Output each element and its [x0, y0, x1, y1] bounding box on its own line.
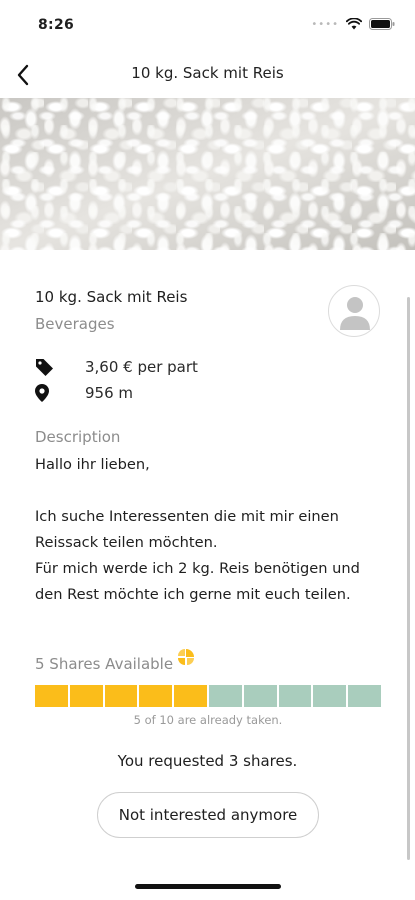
share-segment-taken: [35, 685, 68, 707]
share-segment-free: [243, 685, 277, 707]
shares-available-label: 5 Shares Available: [35, 649, 195, 675]
offer-title: 10 kg. Sack mit Reis: [35, 288, 188, 306]
price-text: 3,60 € per part: [85, 358, 198, 376]
shares-available-text: 5 Shares Available: [35, 655, 174, 673]
description-label: Description: [35, 428, 121, 446]
not-interested-button[interactable]: Not interested anymore: [97, 792, 319, 838]
wifi-icon: [346, 18, 362, 30]
pie-slice-icon: [177, 648, 195, 670]
share-segment-free: [208, 685, 242, 707]
shares-progress-bar: [35, 685, 381, 707]
location-pin-icon: [35, 384, 59, 402]
status-bar: 8:26 ••••: [0, 0, 415, 52]
signal-dots-icon: ••••: [311, 18, 339, 30]
chevron-left-icon: [17, 64, 29, 86]
status-time: 8:26: [38, 17, 75, 33]
home-indicator[interactable]: [135, 884, 281, 889]
shares-progress-caption: 5 of 10 are already taken.: [133, 713, 283, 727]
page-title: 10 kg. Sack mit Reis: [131, 64, 284, 82]
description-text: Hallo ihr lieben, Ich suche Interessente…: [35, 456, 360, 603]
price-row: 3,60 € per part: [35, 355, 198, 379]
distance-row: 956 m: [35, 381, 133, 405]
offer-image: [0, 98, 415, 250]
navigation-bar: 10 kg. Sack mit Reis: [0, 52, 415, 98]
battery-icon: [369, 18, 395, 30]
request-status: You requested 3 shares.: [117, 752, 298, 770]
share-segment-free: [313, 685, 347, 707]
share-segment-taken: [139, 685, 173, 707]
price-tag-icon: [35, 358, 59, 376]
status-icons: ••••: [311, 18, 395, 30]
share-segment-free: [278, 685, 312, 707]
avatar[interactable]: [328, 285, 380, 337]
share-segment-free: [348, 685, 381, 707]
share-segment-taken: [69, 685, 103, 707]
share-segment-taken: [174, 685, 207, 707]
back-button[interactable]: [8, 60, 38, 90]
scrollbar[interactable]: [407, 297, 410, 860]
distance-text: 956 m: [85, 384, 134, 402]
share-segment-taken: [104, 685, 138, 707]
user-placeholder-icon: [340, 297, 370, 330]
offer-category: Beverages: [35, 315, 115, 333]
